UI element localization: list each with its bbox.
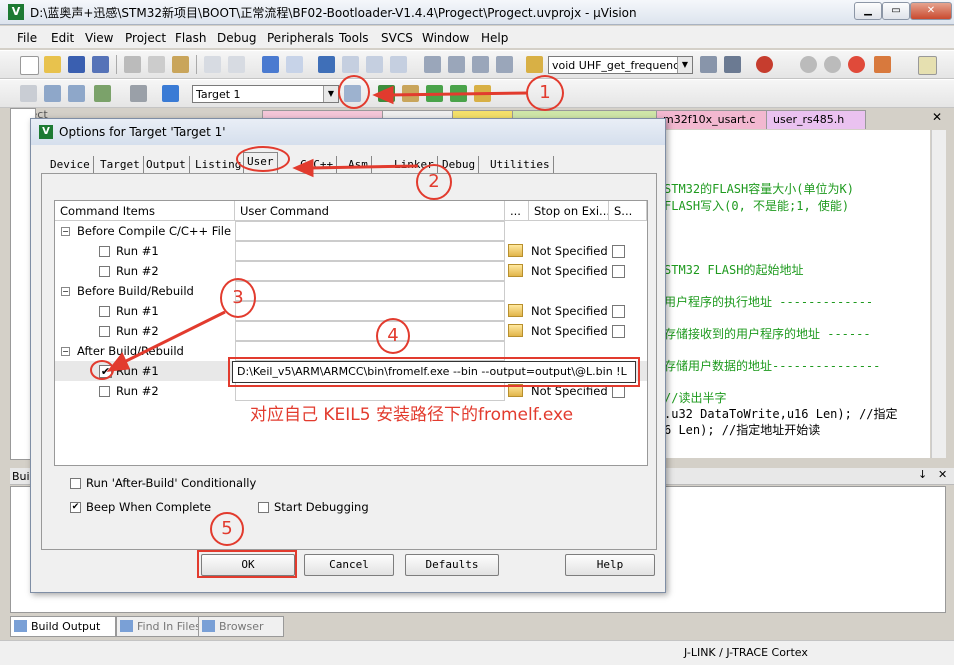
arrow-2-head [292, 158, 314, 178]
annotation-step-2: 2 [416, 164, 452, 200]
annotation-step-4: 4 [376, 318, 410, 354]
arrow-1-line [387, 91, 529, 97]
annotation-step-5: 5 [210, 512, 244, 546]
highlight-options-target-icon [338, 75, 370, 109]
highlight-run1-checkbox [90, 360, 114, 380]
arrow-2-line [309, 164, 419, 170]
highlight-ok-button [197, 550, 297, 578]
annotation-step-1: 1 [526, 75, 564, 111]
annotation-step-3: 3 [220, 278, 256, 318]
annotation-note: 对应自己 KEIL5 安装路径下的fromelf.exe [250, 405, 574, 425]
annotation-arrows [106, 85, 529, 372]
highlight-user-command [228, 357, 640, 387]
highlight-user-tab [236, 146, 290, 172]
arrow-3-line [119, 310, 226, 366]
arrow-1-head [372, 85, 394, 105]
